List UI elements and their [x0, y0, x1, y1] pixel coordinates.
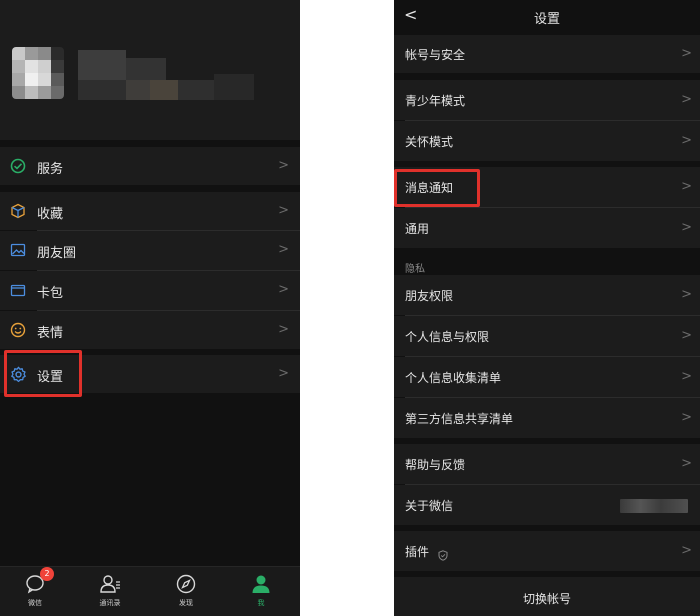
settings-item-about[interactable]: 关于微信 — [394, 485, 700, 525]
chevron-right-icon: > — [278, 282, 289, 297]
bottom-tab-bar: 2 微信 通讯录 发现 我 — [0, 566, 300, 616]
settings-label: 插件 — [405, 545, 430, 559]
settings-label: 青少年模式 — [405, 94, 466, 108]
section-header-privacy: 隐私 — [405, 264, 425, 275]
chevron-right-icon: > — [681, 220, 692, 235]
contacts-icon — [99, 573, 121, 595]
tab-label-me: 我 — [257, 599, 265, 607]
chevron-right-icon: > — [278, 158, 289, 173]
menu-label-favorites: 收藏 — [37, 207, 64, 222]
settings-item-account-security[interactable]: 帐号与安全 > — [394, 35, 700, 73]
settings-label: 消息通知 — [405, 181, 454, 195]
settings-screen: < 设置 帐号与安全 > 青少年模式 > 关怀模式 > 消息通知 > 通用 > … — [394, 0, 700, 616]
smiley-icon — [9, 321, 27, 339]
chevron-right-icon: > — [681, 369, 692, 384]
settings-item-notifications[interactable]: 消息通知 > — [394, 167, 700, 207]
blurred-nickname — [78, 50, 278, 110]
chevron-right-icon: > — [278, 203, 289, 218]
menu-item-services[interactable]: 服务 > — [0, 147, 300, 185]
tab-label-discover: 发现 — [179, 599, 193, 607]
settings-item-general[interactable]: 通用 > — [394, 208, 700, 248]
chevron-right-icon: > — [681, 133, 692, 148]
chevron-right-icon: > — [681, 328, 692, 343]
menu-label-settings: 设置 — [37, 370, 64, 385]
wallet-icon — [9, 281, 27, 299]
nav-bar: < 设置 — [394, 0, 700, 32]
settings-item-plugins[interactable]: 插件 > — [394, 531, 700, 571]
chevron-right-icon: > — [681, 456, 692, 471]
picture-icon — [9, 241, 27, 259]
chevron-right-icon: > — [681, 287, 692, 302]
settings-item-teen-mode[interactable]: 青少年模式 > — [394, 80, 700, 120]
gear-icon — [9, 365, 27, 383]
menu-item-favorites[interactable]: 收藏 > — [0, 192, 300, 230]
tab-discover[interactable]: 发现 — [156, 571, 216, 613]
blurred-version — [620, 499, 688, 513]
screenshot-composite: 服务 > 收藏 > 朋友圈 > 卡包 > 表情 > 设置 > 2 微信 通讯录 … — [0, 0, 700, 616]
switch-account-button[interactable]: 切换帐号 — [394, 577, 700, 616]
chevron-right-icon: > — [278, 242, 289, 257]
menu-item-settings[interactable]: 设置 > — [0, 355, 300, 393]
menu-item-stickers[interactable]: 表情 > — [0, 311, 300, 349]
services-check-icon — [9, 157, 27, 175]
settings-label: 个人信息与权限 — [405, 330, 490, 344]
settings-item-help-feedback[interactable]: 帮助与反馈 > — [394, 444, 700, 484]
chevron-right-icon: > — [681, 92, 692, 107]
compass-icon — [175, 573, 197, 595]
chevron-right-icon: > — [681, 410, 692, 425]
settings-label: 个人信息收集清单 — [405, 371, 502, 385]
settings-label: 关于微信 — [405, 499, 454, 513]
settings-item-third-party-list[interactable]: 第三方信息共享清单 > — [394, 398, 700, 438]
tab-chats[interactable]: 2 微信 — [5, 567, 65, 613]
settings-item-personal-info-permissions[interactable]: 个人信息与权限 > — [394, 316, 700, 356]
menu-label-cards: 卡包 — [37, 286, 64, 301]
avatar[interactable] — [12, 47, 64, 99]
menu-item-moments[interactable]: 朋友圈 > — [0, 231, 300, 270]
unread-badge: 2 — [40, 567, 54, 581]
chat-bubble-icon: 2 — [24, 567, 54, 595]
settings-label: 朋友权限 — [405, 289, 454, 303]
settings-item-friend-permissions[interactable]: 朋友权限 > — [394, 275, 700, 315]
chevron-right-icon: > — [681, 46, 692, 61]
chevron-right-icon: > — [278, 322, 289, 337]
tab-me[interactable]: 我 — [231, 571, 291, 613]
cube-icon — [9, 202, 27, 220]
menu-label-services: 服务 — [37, 162, 64, 177]
chevron-right-icon: > — [278, 366, 289, 381]
menu-item-cards[interactable]: 卡包 > — [0, 271, 300, 310]
me-screen: 服务 > 收藏 > 朋友圈 > 卡包 > 表情 > 设置 > 2 微信 通讯录 … — [0, 0, 300, 616]
tab-contacts[interactable]: 通讯录 — [80, 571, 140, 613]
tab-label-chats: 微信 — [28, 599, 42, 607]
page-title: 设置 — [533, 12, 560, 27]
settings-label: 帮助与反馈 — [405, 458, 466, 472]
chevron-right-icon: > — [681, 179, 692, 194]
tab-label-contacts: 通讯录 — [99, 599, 121, 607]
settings-label: 第三方信息共享清单 — [405, 412, 514, 426]
chevron-right-icon: > — [681, 543, 692, 558]
settings-label: 关怀模式 — [405, 135, 454, 149]
shield-icon — [438, 546, 448, 561]
menu-label-stickers: 表情 — [37, 326, 64, 341]
menu-label-moments: 朋友圈 — [37, 246, 77, 261]
settings-item-personal-info-list[interactable]: 个人信息收集清单 > — [394, 357, 700, 397]
profile-header[interactable] — [0, 0, 300, 140]
settings-item-care-mode[interactable]: 关怀模式 > — [394, 121, 700, 161]
switch-account-label: 切换帐号 — [522, 592, 571, 606]
settings-label: 通用 — [405, 222, 430, 236]
settings-label: 帐号与安全 — [405, 48, 466, 62]
person-icon — [250, 573, 272, 595]
